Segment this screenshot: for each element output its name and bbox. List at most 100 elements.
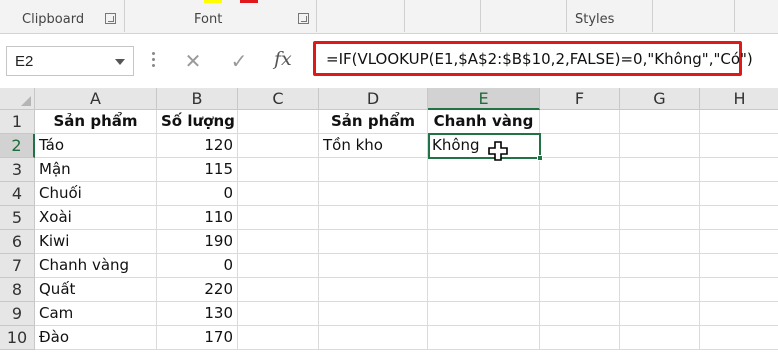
cell-a5[interactable]: Xoài xyxy=(35,206,157,230)
cell-e3[interactable] xyxy=(428,158,540,182)
font-color-swatch[interactable] xyxy=(240,0,258,3)
name-box[interactable]: E2 xyxy=(6,46,134,76)
cancel-icon[interactable]: ✕ xyxy=(180,48,206,74)
cell-b6[interactable]: 190 xyxy=(157,230,238,254)
cell-e8[interactable] xyxy=(428,278,540,302)
fill-handle[interactable] xyxy=(537,155,543,161)
cell-d10[interactable] xyxy=(319,326,428,350)
row-header-2[interactable]: 2 xyxy=(0,134,35,158)
cell-d2[interactable]: Tồn kho xyxy=(319,134,428,158)
column-header-c[interactable]: C xyxy=(238,88,319,110)
cell-f6[interactable] xyxy=(540,230,620,254)
cell-b4[interactable]: 0 xyxy=(157,182,238,206)
chevron-down-icon[interactable] xyxy=(115,59,125,65)
row-header-8[interactable]: 8 xyxy=(0,278,35,302)
cell-f7[interactable] xyxy=(540,254,620,278)
cell-b3[interactable]: 115 xyxy=(157,158,238,182)
row-header-4[interactable]: 4 xyxy=(0,182,35,206)
cell-c1[interactable] xyxy=(238,110,319,134)
select-all-button[interactable] xyxy=(0,88,35,110)
cell-g5[interactable] xyxy=(620,206,700,230)
cell-g9[interactable] xyxy=(620,302,700,326)
cell-d3[interactable] xyxy=(319,158,428,182)
row-header-6[interactable]: 6 xyxy=(0,230,35,254)
clipboard-launcher-icon[interactable] xyxy=(105,13,116,24)
cell-a7[interactable]: Chanh vàng xyxy=(35,254,157,278)
cell-f9[interactable] xyxy=(540,302,620,326)
cell-f1[interactable] xyxy=(540,110,620,134)
column-header-h[interactable]: H xyxy=(700,88,778,110)
cell-h7[interactable] xyxy=(700,254,778,278)
column-header-g[interactable]: G xyxy=(620,88,700,110)
font-launcher-icon[interactable] xyxy=(298,13,309,24)
cell-e10[interactable] xyxy=(428,326,540,350)
column-header-e[interactable]: E xyxy=(428,88,540,110)
cell-g7[interactable] xyxy=(620,254,700,278)
cell-b5[interactable]: 110 xyxy=(157,206,238,230)
column-header-b[interactable]: B xyxy=(157,88,238,110)
cell-h9[interactable] xyxy=(700,302,778,326)
cell-c4[interactable] xyxy=(238,182,319,206)
row-header-5[interactable]: 5 xyxy=(0,206,35,230)
cell-e5[interactable] xyxy=(428,206,540,230)
cell-d8[interactable] xyxy=(319,278,428,302)
row-header-1[interactable]: 1 xyxy=(0,110,35,134)
cell-f5[interactable] xyxy=(540,206,620,230)
cell-b7[interactable]: 0 xyxy=(157,254,238,278)
cell-c3[interactable] xyxy=(238,158,319,182)
cell-g2[interactable] xyxy=(620,134,700,158)
cell-d5[interactable] xyxy=(319,206,428,230)
cell-c7[interactable] xyxy=(238,254,319,278)
cell-h10[interactable] xyxy=(700,326,778,350)
cell-h4[interactable] xyxy=(700,182,778,206)
cell-h2[interactable] xyxy=(700,134,778,158)
cell-g8[interactable] xyxy=(620,278,700,302)
cell-d6[interactable] xyxy=(319,230,428,254)
cell-h3[interactable] xyxy=(700,158,778,182)
row-header-3[interactable]: 3 xyxy=(0,158,35,182)
column-header-f[interactable]: F xyxy=(540,88,620,110)
row-header-10[interactable]: 10 xyxy=(0,326,35,350)
cell-d7[interactable] xyxy=(319,254,428,278)
cell-a6[interactable]: Kiwi xyxy=(35,230,157,254)
cell-a10[interactable]: Đào xyxy=(35,326,157,350)
cell-a2[interactable]: Táo xyxy=(35,134,157,158)
row-header-7[interactable]: 7 xyxy=(0,254,35,278)
cell-f10[interactable] xyxy=(540,326,620,350)
cell-c10[interactable] xyxy=(238,326,319,350)
row-header-9[interactable]: 9 xyxy=(0,302,35,326)
cell-c5[interactable] xyxy=(238,206,319,230)
cell-h6[interactable] xyxy=(700,230,778,254)
cell-e6[interactable] xyxy=(428,230,540,254)
cell-h5[interactable] xyxy=(700,206,778,230)
cell-a1[interactable]: Sản phẩm xyxy=(35,110,157,134)
cell-b8[interactable]: 220 xyxy=(157,278,238,302)
cell-a3[interactable]: Mận xyxy=(35,158,157,182)
cell-e7[interactable] xyxy=(428,254,540,278)
column-header-a[interactable]: A xyxy=(35,88,157,110)
drag-handle-icon[interactable] xyxy=(152,52,155,68)
cell-f4[interactable] xyxy=(540,182,620,206)
formula-input[interactable]: =IF(VLOOKUP(E1,$A$2:$B$10,2,FALSE)=0,"Kh… xyxy=(313,41,753,76)
cell-c2[interactable] xyxy=(238,134,319,158)
insert-function-icon[interactable]: fx xyxy=(274,48,292,70)
cell-e1[interactable]: Chanh vàng xyxy=(428,110,540,134)
cell-b9[interactable]: 130 xyxy=(157,302,238,326)
cell-g6[interactable] xyxy=(620,230,700,254)
cell-f2[interactable] xyxy=(540,134,620,158)
cell-a8[interactable]: Quất xyxy=(35,278,157,302)
cell-d9[interactable] xyxy=(319,302,428,326)
cell-g1[interactable] xyxy=(620,110,700,134)
cell-c8[interactable] xyxy=(238,278,319,302)
cell-d4[interactable] xyxy=(319,182,428,206)
cell-b2[interactable]: 120 xyxy=(157,134,238,158)
cell-h1[interactable] xyxy=(700,110,778,134)
cell-f3[interactable] xyxy=(540,158,620,182)
enter-icon[interactable]: ✓ xyxy=(226,48,252,74)
cell-f8[interactable] xyxy=(540,278,620,302)
cell-e2[interactable]: Không xyxy=(428,134,540,158)
cell-e9[interactable] xyxy=(428,302,540,326)
highlight-color-swatch[interactable] xyxy=(204,0,222,3)
cell-c6[interactable] xyxy=(238,230,319,254)
cell-e4[interactable] xyxy=(428,182,540,206)
